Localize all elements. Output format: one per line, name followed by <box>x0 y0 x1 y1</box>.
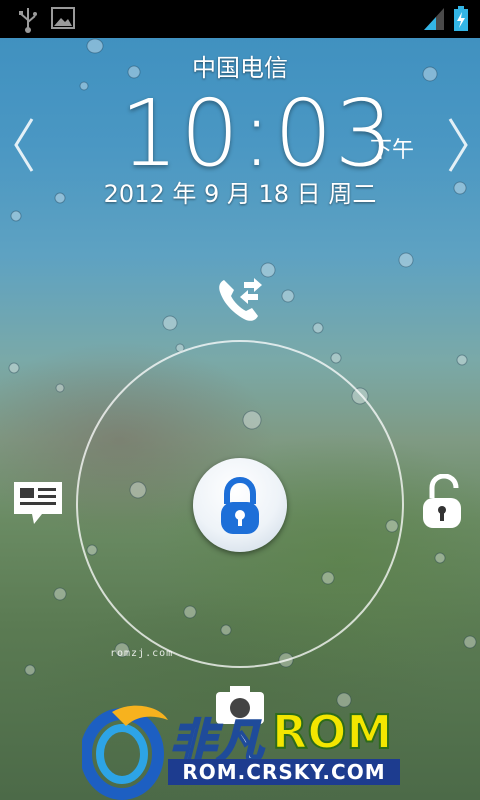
chevron-left-icon[interactable] <box>12 115 36 175</box>
brand-logo-icon <box>82 705 168 800</box>
unlock-icon[interactable] <box>420 474 464 530</box>
message-icon[interactable] <box>12 480 64 528</box>
signal-icon <box>424 8 444 30</box>
brand-url: ROM.CRSKY.COM <box>168 759 400 785</box>
clock-ampm: 下午 <box>370 138 415 163</box>
image-icon <box>51 7 75 29</box>
watermark-text: romzj.com <box>110 648 174 659</box>
clock-time: 10:03 <box>120 80 396 187</box>
status-bar <box>0 0 480 38</box>
brand-name-en: ROM <box>271 704 393 760</box>
date-text: 2012 年 9 月 18 日 周二 <box>103 180 377 208</box>
carrier-name: 中国电信 <box>192 54 288 82</box>
lock-icon <box>221 476 259 534</box>
usb-icon <box>19 8 37 33</box>
chevron-right-icon[interactable] <box>446 115 470 175</box>
phone-icon[interactable] <box>214 276 266 326</box>
lock-handle[interactable] <box>193 458 287 552</box>
battery-charging-icon <box>454 6 468 31</box>
